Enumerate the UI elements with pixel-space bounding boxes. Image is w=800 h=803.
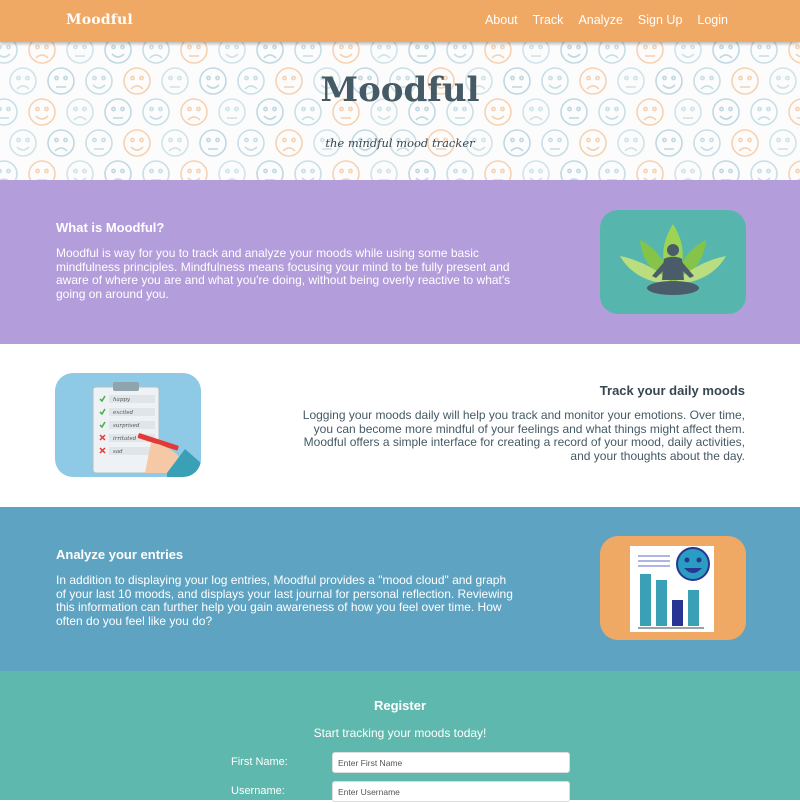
about-title: What is Moodful? <box>56 220 165 235</box>
checklist-item-irritated: irritated <box>113 436 137 442</box>
username-input[interactable] <box>332 781 570 802</box>
smiley-face-icon <box>142 42 170 64</box>
smiley-face-icon <box>674 42 702 64</box>
nav-login-link[interactable]: Login <box>697 13 728 27</box>
smiley-face-icon <box>522 160 550 180</box>
about-section: What is Moodful? Moodful is way for you … <box>0 180 800 344</box>
analyze-text: In addition to displaying your log entri… <box>56 573 513 628</box>
smiley-face-icon <box>712 160 740 180</box>
smiley-face-icon <box>256 42 284 64</box>
smiley-face-icon <box>332 42 360 64</box>
register-title: Register <box>373 698 427 713</box>
clipboard-icon: happy excited surprised irritated sad <box>92 382 201 477</box>
nav-links: About Track Analyze Sign Up Login <box>485 13 728 27</box>
smiley-face-icon <box>370 42 398 64</box>
first-name-label: First Name: <box>231 756 288 768</box>
smiley-face-icon <box>180 42 208 64</box>
smiley-face-icon <box>180 160 208 180</box>
nav-analyze-link[interactable]: Analyze <box>578 13 622 27</box>
meditation-illustration <box>600 210 746 314</box>
smiley-face-icon <box>142 160 170 180</box>
navbar: Moodful About Track Analyze Sign Up Logi… <box>0 0 800 42</box>
smiley-face-icon <box>0 160 18 180</box>
track-title: Track your daily moods <box>599 383 745 398</box>
smiley-face-icon <box>598 42 626 64</box>
smiley-face-icon <box>598 160 626 180</box>
first-name-row: First Name: <box>0 752 800 774</box>
track-text: Logging your moods daily will help you t… <box>302 408 745 463</box>
brand-logo[interactable]: Moodful <box>66 12 133 28</box>
smiley-pattern-background <box>0 42 800 180</box>
smiley-face-icon <box>446 160 474 180</box>
smiley-face-icon <box>66 42 94 64</box>
smiley-face-icon <box>636 42 664 64</box>
smiley-face-icon <box>750 42 778 64</box>
track-section: happy excited surprised irritated sad Tr… <box>0 344 800 507</box>
chart-illustration <box>600 536 746 640</box>
smiley-face-icon <box>788 42 800 64</box>
smiley-face-icon <box>560 42 588 64</box>
smiley-face-icon <box>522 42 550 64</box>
checklist-item-surprised: surprised <box>113 423 140 429</box>
smiley-face-icon <box>104 160 132 180</box>
smiley-face-icon <box>28 42 56 64</box>
smiley-face-icon <box>408 160 436 180</box>
smiley-face-icon <box>218 42 246 64</box>
hero-title: Moodful <box>320 70 480 110</box>
smiley-face-icon <box>788 160 800 180</box>
nav-about-link[interactable]: About <box>485 13 518 27</box>
register-section: Register Start tracking your moods today… <box>0 671 800 802</box>
smiley-face-icon <box>484 160 512 180</box>
analyze-title: Analyze your entries <box>56 547 184 562</box>
checklist-item-happy: happy <box>113 397 131 403</box>
register-subtitle: Start tracking your moods today! <box>313 726 487 740</box>
smiley-face-icon <box>294 42 322 64</box>
smiley-face-icon <box>370 160 398 180</box>
analyze-section: Analyze your entries In addition to disp… <box>0 507 800 671</box>
smiley-face-icon <box>712 42 740 64</box>
smiley-face-icon <box>294 160 322 180</box>
smiley-face-icon <box>560 160 588 180</box>
smiley-face-icon <box>484 42 512 64</box>
smiley-face-icon <box>408 42 436 64</box>
checklist-item-sad: sad <box>113 449 123 455</box>
smiley-face-icon <box>750 160 778 180</box>
smiley-face-icon <box>446 42 474 64</box>
nav-track-link[interactable]: Track <box>533 13 564 27</box>
smiley-face-icon <box>0 42 18 64</box>
bar-chart-icon <box>630 546 714 632</box>
checklist-illustration: happy excited surprised irritated sad <box>55 373 201 477</box>
lotus-meditation-icon <box>620 224 726 295</box>
smiley-face-icon <box>66 160 94 180</box>
checklist-item-excited: excited <box>113 410 134 416</box>
smiley-face-icon <box>674 160 702 180</box>
smiley-face-icon <box>256 160 284 180</box>
first-name-input[interactable] <box>332 752 570 773</box>
hero-subtitle: the mindful mood tracker <box>325 136 475 150</box>
smiley-face-icon <box>104 42 132 64</box>
smiley-face-icon <box>218 160 246 180</box>
smiley-face-icon <box>332 160 360 180</box>
about-text: Moodful is way for you to track and anal… <box>56 246 511 301</box>
hero-banner: Moodful the mindful mood tracker <box>0 42 800 180</box>
smiley-face-icon <box>28 160 56 180</box>
username-label: Username: <box>231 785 285 797</box>
nav-signup-link[interactable]: Sign Up <box>638 13 682 27</box>
smiley-face-icon <box>636 160 664 180</box>
